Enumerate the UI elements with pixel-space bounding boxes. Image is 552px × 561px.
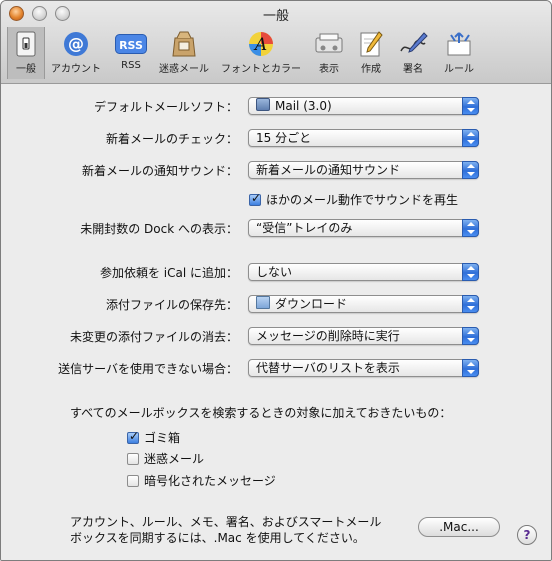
check-mail-value: 15 分ごと bbox=[256, 131, 312, 145]
toolbar-fonts-colors[interactable]: A フォントとカラー bbox=[213, 27, 309, 79]
toolbar-rss[interactable]: RSS RSS bbox=[107, 27, 155, 79]
signature-pen-icon bbox=[397, 29, 429, 59]
search-option-label: ゴミ箱 bbox=[144, 431, 181, 445]
toolbar-label: 迷惑メール bbox=[159, 64, 209, 75]
popup-arrows-icon bbox=[462, 219, 479, 237]
general-pane: デフォルトメールソフト： Mail (3.0) 新着メールのチェック： 15 分… bbox=[1, 84, 551, 560]
toolbar-label: アカウント bbox=[51, 64, 101, 75]
downloads-folder-label: 添付ファイルの保存先： bbox=[105, 298, 238, 312]
play-sounds-checkbox[interactable]: ほかのメール動作でサウンドを再生 bbox=[249, 191, 458, 208]
toolbar-label: 表示 bbox=[319, 64, 339, 75]
toolbar-junk-mail[interactable]: 迷惑メール bbox=[155, 27, 213, 79]
default-mail-popup[interactable]: Mail (3.0) bbox=[248, 97, 479, 115]
search-option-label: 迷惑メール bbox=[144, 452, 205, 466]
dock-unread-label: 未開封数の Dock への表示： bbox=[80, 222, 238, 236]
check-mail-label: 新着メールのチェック： bbox=[105, 132, 238, 146]
outgoing-server-value: 代替サーバのリストを表示 bbox=[256, 361, 400, 375]
search-junk-checkbox[interactable]: 迷惑メール bbox=[127, 450, 204, 467]
compose-pencil-icon bbox=[355, 29, 387, 59]
toolbar-rules[interactable]: ルール bbox=[433, 27, 485, 79]
ical-invites-label: 参加依頼を iCal に追加： bbox=[99, 266, 238, 280]
dotmac-button[interactable]: .Mac... bbox=[418, 517, 500, 537]
checkbox-checked-icon bbox=[127, 429, 139, 444]
checkbox-unchecked-icon bbox=[127, 452, 139, 465]
popup-arrows-icon bbox=[462, 97, 479, 115]
checkbox-unchecked-icon bbox=[127, 474, 139, 487]
downloads-folder-popup[interactable]: ダウンロード bbox=[248, 295, 479, 313]
dock-unread-popup[interactable]: “受信”トレイのみ bbox=[248, 219, 479, 237]
default-mail-value: Mail (3.0) bbox=[275, 99, 332, 113]
outgoing-server-label: 送信サーバを使用できない場合： bbox=[58, 362, 238, 376]
window-title: 一般 bbox=[262, 9, 289, 24]
new-mail-sound-label: 新着メールの通知サウンド： bbox=[81, 164, 238, 178]
new-mail-sound-value: 新着メールの通知サウンド bbox=[256, 163, 401, 177]
new-mail-sound-popup[interactable]: 新着メールの通知サウンド bbox=[248, 161, 479, 179]
mail-app-icon bbox=[256, 98, 270, 111]
at-sign-icon: @ bbox=[60, 29, 92, 59]
search-encrypted-checkbox[interactable]: 暗号化されたメッセージ bbox=[127, 472, 276, 489]
font-color-icon: A bbox=[245, 29, 277, 59]
rss-icon: RSS bbox=[115, 29, 147, 59]
downloads-folder-value: ダウンロード bbox=[275, 297, 348, 311]
toolbar: 一般 @ アカウント RSS RSS 迷惑メール A フォントとカラー 表示 作… bbox=[7, 27, 485, 79]
svg-text:RSS: RSS bbox=[119, 39, 143, 52]
remove-downloads-label: 未変更の添付ファイルの消去： bbox=[69, 330, 238, 344]
general-switch-icon bbox=[10, 29, 42, 59]
play-sounds-label: ほかのメール動作でサウンドを再生 bbox=[266, 193, 459, 207]
toolbar-label: 一般 bbox=[16, 64, 36, 75]
remove-downloads-popup[interactable]: メッセージの削除時に実行 bbox=[248, 327, 479, 345]
toolbar-label: 作成 bbox=[361, 64, 381, 75]
toolbar-accounts[interactable]: @ アカウント bbox=[45, 27, 107, 79]
popup-arrows-icon bbox=[462, 161, 479, 179]
popup-arrows-icon bbox=[462, 359, 479, 377]
popup-arrows-icon bbox=[462, 295, 479, 313]
svg-text:A: A bbox=[253, 35, 267, 55]
toolbar-label: 署名 bbox=[403, 64, 423, 75]
toolbar-label: フォントとカラー bbox=[221, 64, 301, 75]
dock-unread-value: “受信”トレイのみ bbox=[256, 221, 353, 235]
preferences-window: 一般 一般 @ アカウント RSS RSS 迷惑メール A フォントとカラー 表… bbox=[0, 0, 552, 561]
check-mail-popup[interactable]: 15 分ごと bbox=[248, 129, 479, 147]
popup-arrows-icon bbox=[462, 263, 479, 281]
checkbox-checked-icon bbox=[249, 191, 261, 206]
folder-icon bbox=[256, 296, 270, 309]
sync-text-line1: アカウント、ルール、メモ、署名、およびスマートメール bbox=[70, 515, 382, 529]
search-option-label: 暗号化されたメッセージ bbox=[144, 474, 276, 488]
toolbar-label: RSS bbox=[121, 60, 141, 71]
search-trash-checkbox[interactable]: ゴミ箱 bbox=[127, 429, 180, 446]
ical-invites-popup[interactable]: しない bbox=[248, 263, 479, 281]
rules-arrows-icon bbox=[443, 29, 475, 59]
toolbar-composing[interactable]: 作成 bbox=[349, 27, 393, 79]
junk-mail-bag-icon bbox=[168, 29, 200, 59]
help-button[interactable]: ? bbox=[517, 525, 537, 545]
toolbar-general[interactable]: 一般 bbox=[7, 27, 45, 79]
viewing-icon bbox=[313, 29, 345, 59]
default-mail-label: デフォルトメールソフト： bbox=[93, 100, 238, 114]
popup-arrows-icon bbox=[462, 129, 479, 147]
popup-arrows-icon bbox=[462, 327, 479, 345]
toolbar-label: ルール bbox=[444, 64, 474, 75]
search-heading: すべてのメールボックスを検索するときの対象に加えておきたいもの： bbox=[70, 406, 452, 420]
remove-downloads-value: メッセージの削除時に実行 bbox=[256, 329, 400, 343]
sync-text-line2: ボックスを同期するには、.Mac を使用してください。 bbox=[70, 531, 365, 545]
toolbar-signatures[interactable]: 署名 bbox=[393, 27, 433, 79]
titlebar: 一般 一般 @ アカウント RSS RSS 迷惑メール A フォントとカラー 表… bbox=[1, 1, 551, 84]
toolbar-viewing[interactable]: 表示 bbox=[309, 27, 349, 79]
svg-text:@: @ bbox=[68, 34, 84, 53]
outgoing-server-popup[interactable]: 代替サーバのリストを表示 bbox=[248, 359, 479, 377]
ical-invites-value: しない bbox=[256, 265, 293, 279]
